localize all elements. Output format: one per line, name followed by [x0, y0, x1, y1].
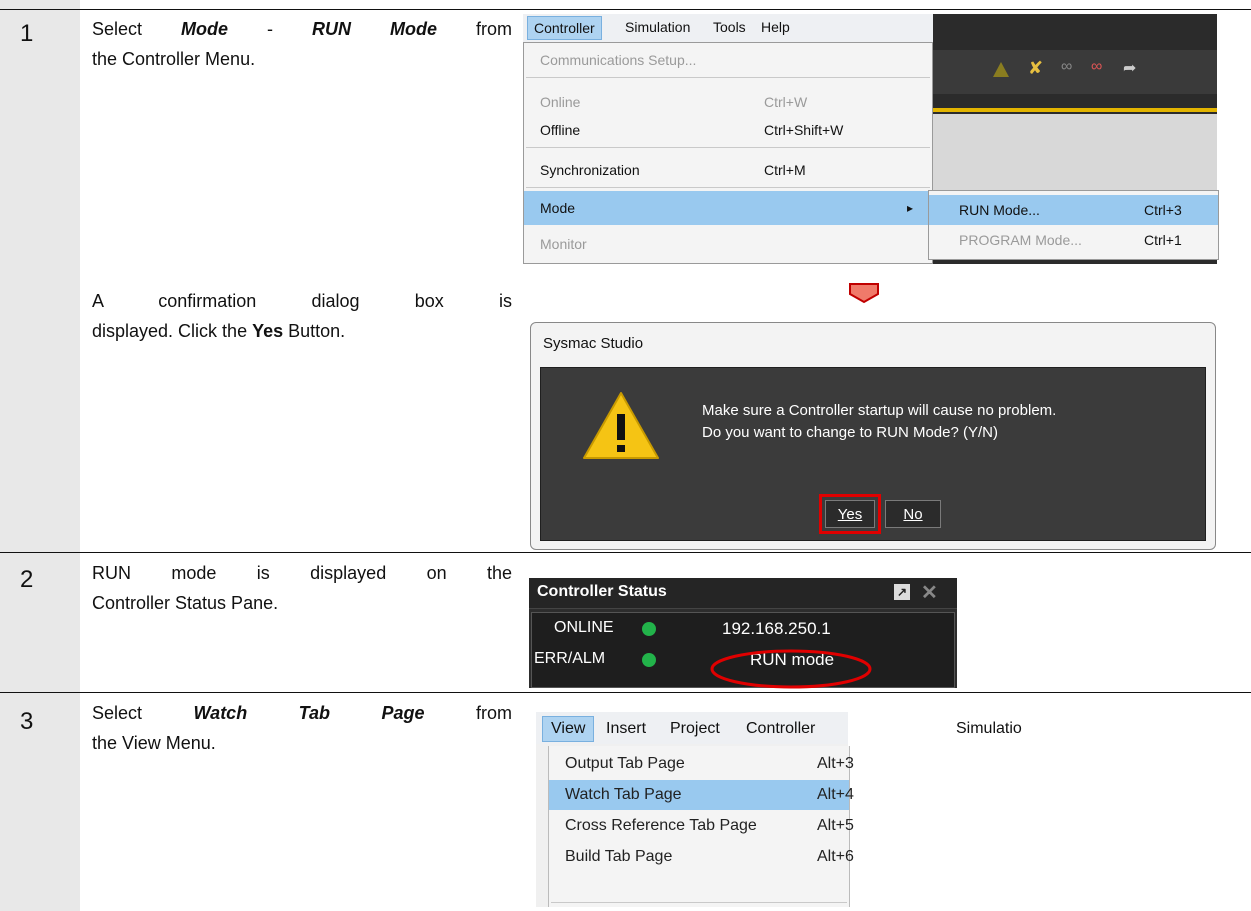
menu-item-monitor[interactable]: Monitor: [524, 229, 932, 259]
view-dropdown: Output Tab Page Alt+3 Watch Tab Page Alt+4…: [548, 746, 854, 907]
glasses-red-icon[interactable]: ∞: [1091, 58, 1102, 76]
step-number-2: 2: [20, 566, 34, 593]
step-2-instruction: RUN mode is displayed on the Controller …: [92, 563, 512, 613]
step-1-instruction: Select Mode - RUN Mode from the Controll…: [92, 19, 512, 69]
step-number-column: [0, 0, 80, 911]
menu-item-mode[interactable]: Mode ▸: [524, 191, 932, 225]
err-alm-label: ERR/ALM: [534, 650, 606, 667]
menu-item-build-tab-page[interactable]: Build Tab Page Alt+6: [549, 842, 854, 872]
warning-icon: [583, 392, 659, 459]
menu-item-watch-tab-page[interactable]: Watch Tab Page Alt+4: [549, 780, 854, 810]
menu-tools[interactable]: Tools: [707, 14, 752, 40]
submenu-arrow-icon: ▸: [907, 201, 914, 215]
mode-submenu: RUN Mode... Ctrl+3 PROGRAM Mode... Ctrl+1: [928, 190, 1219, 260]
step-number-1: 1: [20, 20, 34, 47]
step-divider-1: [0, 552, 1251, 553]
menu-item-synchronization[interactable]: Synchronization Ctrl+M: [524, 155, 932, 185]
menu-view[interactable]: View: [542, 716, 595, 742]
wand-icon[interactable]: ✘: [1028, 58, 1043, 79]
view-menu-screenshot: View Insert Project Controller Simulatio…: [536, 712, 1022, 907]
step-number-3: 3: [20, 708, 34, 735]
menu-project[interactable]: Project: [670, 717, 720, 741]
dialog-title: Sysmac Studio: [543, 335, 644, 352]
menu-item-cross-reference-tab-page[interactable]: Cross Reference Tab Page Alt+5: [549, 811, 854, 841]
warning-toolbar-icon[interactable]: [993, 62, 1009, 77]
menu-separator: [526, 187, 930, 188]
menu-help[interactable]: Help: [755, 14, 796, 40]
dialog-body: Make sure a Controller startup will caus…: [540, 367, 1206, 541]
yes-button[interactable]: Yes: [825, 500, 875, 528]
step-3-instruction: Select Watch Tab Page from the View Menu…: [92, 703, 512, 753]
menu-simulation[interactable]: Simulatio: [956, 717, 1022, 741]
dialog-message-line1: Make sure a Controller startup will caus…: [702, 402, 1057, 419]
menu-item-output-tab-page[interactable]: Output Tab Page Alt+3: [549, 749, 854, 779]
menu-controller[interactable]: Controller: [746, 717, 815, 741]
menu-simulation[interactable]: Simulation: [619, 14, 696, 40]
controller-dropdown: Communications Setup... Online Ctrl+W Off…: [523, 42, 933, 264]
menu-item-online[interactable]: Online Ctrl+W: [524, 87, 932, 117]
undock-icon[interactable]: ↗: [894, 584, 910, 600]
top-rule: [0, 9, 1251, 10]
menu-separator: [551, 902, 847, 903]
menu-separator: [526, 147, 930, 148]
glasses-icon[interactable]: ∞: [1061, 58, 1072, 76]
menu-separator: [526, 77, 930, 78]
controller-status-title: Controller Status: [537, 583, 667, 600]
close-icon[interactable]: ✕: [921, 580, 938, 605]
controller-menubar: Controller Simulation Tools Help: [523, 14, 933, 43]
online-status-dot: [642, 622, 656, 636]
confirmation-dialog: Sysmac Studio Make sure a Controller sta…: [530, 322, 1216, 550]
step-1-confirm-text: A confirmation dialog box is displayed. …: [92, 291, 512, 341]
ip-address: 192.168.250.1: [722, 619, 831, 638]
no-button[interactable]: No: [885, 500, 941, 528]
menu-controller[interactable]: Controller: [527, 16, 602, 40]
down-arrow-icon: [849, 283, 879, 304]
toolbar-yellow-line: [933, 108, 1217, 112]
menu-item-run-mode[interactable]: RUN Mode... Ctrl+3: [929, 195, 1218, 225]
online-label: ONLINE: [554, 619, 614, 636]
menu-insert[interactable]: Insert: [606, 717, 646, 741]
menu-item-communications-setup[interactable]: Communications Setup...: [524, 45, 932, 75]
view-menubar: View Insert Project Controller Simulatio: [536, 712, 1022, 744]
toolbar-strip: [933, 50, 1217, 94]
menu-item-program-mode[interactable]: PROGRAM Mode... Ctrl+1: [929, 225, 1218, 255]
step-icon[interactable]: ➦: [1123, 58, 1136, 78]
controller-menu-screenshot: ✘ ∞ ∞ ➦ Controller Simulation Tools Help…: [523, 14, 1219, 264]
controller-status-header: Controller Status ↗ ✕: [529, 578, 957, 609]
err-alm-status-dot: [642, 653, 656, 667]
toolbar-panel: [933, 114, 1217, 194]
run-mode-callout: [710, 649, 872, 689]
menu-item-offline[interactable]: Offline Ctrl+Shift+W: [524, 115, 932, 145]
step-divider-2: [0, 692, 1251, 693]
dialog-message-line2: Do you want to change to RUN Mode? (Y/N): [702, 424, 998, 441]
